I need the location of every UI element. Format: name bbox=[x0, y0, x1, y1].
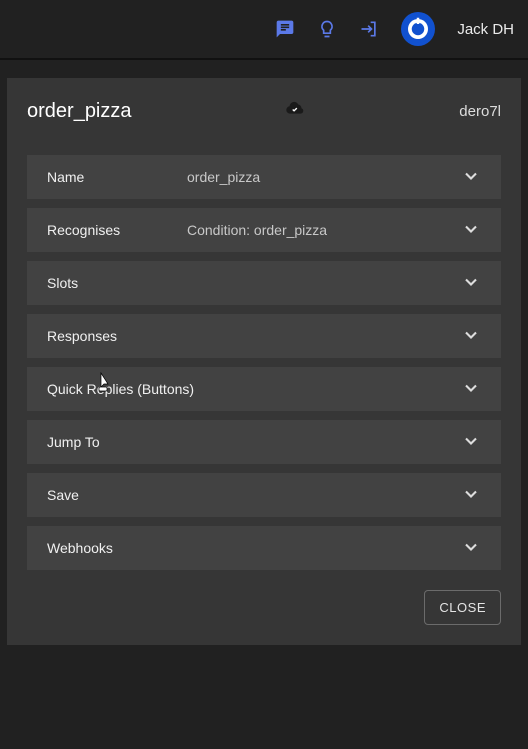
row-value: Condition: order_pizza bbox=[187, 222, 461, 238]
chevron-down-icon bbox=[461, 537, 481, 560]
topbar: Jack DH bbox=[0, 0, 528, 60]
row-label: Quick Replies (Buttons) bbox=[47, 381, 461, 397]
cloud-check-icon bbox=[284, 98, 306, 125]
row-save[interactable]: Save bbox=[27, 473, 501, 517]
avatar[interactable] bbox=[401, 12, 435, 46]
chevron-down-icon bbox=[461, 431, 481, 454]
panel-title: order_pizza bbox=[27, 100, 132, 123]
row-recognises[interactable]: Recognises Condition: order_pizza bbox=[27, 208, 501, 252]
chevron-down-icon bbox=[461, 378, 481, 401]
row-responses[interactable]: Responses bbox=[27, 314, 501, 358]
exit-icon[interactable] bbox=[359, 19, 379, 39]
close-button[interactable]: CLOSE bbox=[424, 590, 501, 625]
row-label: Webhooks bbox=[47, 540, 461, 556]
row-label: Name bbox=[47, 169, 187, 185]
panel-footer: CLOSE bbox=[27, 590, 501, 625]
row-slots[interactable]: Slots bbox=[27, 261, 501, 305]
row-label: Responses bbox=[47, 328, 461, 344]
panel-code: dero7l bbox=[459, 103, 501, 120]
row-value: order_pizza bbox=[187, 169, 461, 185]
row-webhooks[interactable]: Webhooks bbox=[27, 526, 501, 570]
row-jump-to[interactable]: Jump To bbox=[27, 420, 501, 464]
chevron-down-icon bbox=[461, 484, 481, 507]
row-label: Save bbox=[47, 487, 461, 503]
row-label: Slots bbox=[47, 275, 461, 291]
chevron-down-icon bbox=[461, 325, 481, 348]
user-name[interactable]: Jack DH bbox=[457, 21, 514, 38]
row-label: Recognises bbox=[47, 222, 187, 238]
chevron-down-icon bbox=[461, 166, 481, 189]
row-quick-replies[interactable]: Quick Replies (Buttons) bbox=[27, 367, 501, 411]
chevron-down-icon bbox=[461, 272, 481, 295]
node-panel: order_pizza dero7l Name order_pizza Reco… bbox=[7, 78, 521, 645]
chevron-down-icon bbox=[461, 219, 481, 242]
rows-container: Name order_pizza Recognises Condition: o… bbox=[27, 155, 501, 570]
row-label: Jump To bbox=[47, 434, 461, 450]
chat-icon[interactable] bbox=[275, 19, 295, 39]
row-name[interactable]: Name order_pizza bbox=[27, 155, 501, 199]
lightbulb-icon[interactable] bbox=[317, 19, 337, 39]
panel-header: order_pizza dero7l bbox=[27, 98, 501, 125]
